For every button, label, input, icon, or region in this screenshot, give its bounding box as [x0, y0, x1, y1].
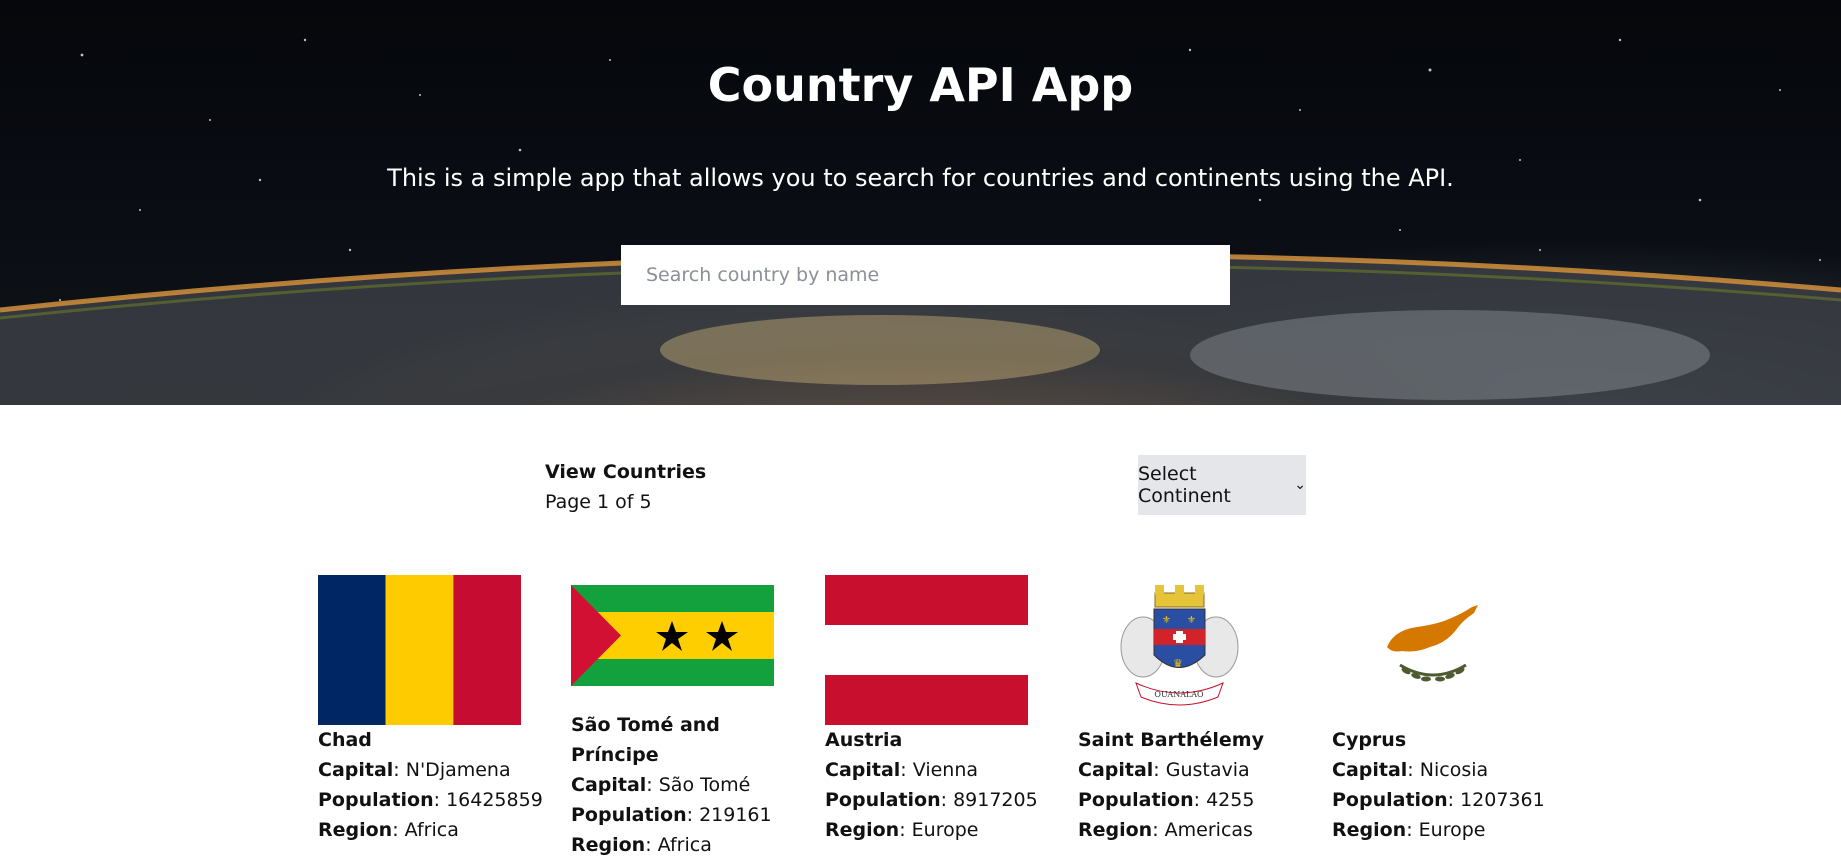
saint-barthelemy-flag: ⚜ ⚜ ♛ OUANALAO	[1078, 575, 1281, 725]
country-name: Chad	[318, 729, 372, 751]
country-card[interactable]: Cyprus Capital: Nicosia Population: 1207…	[1332, 575, 1545, 845]
country-region: Region: Africa	[318, 819, 459, 841]
svg-text:⚜: ⚜	[1162, 615, 1171, 626]
country-capital: Capital: N'Djamena	[318, 759, 511, 781]
country-name: Cyprus	[1332, 729, 1407, 751]
country-card[interactable]: Chad Capital: N'Djamena Population: 1642…	[318, 575, 543, 845]
country-population: Population: 16425859	[318, 789, 543, 811]
country-population: Population: 219161	[571, 804, 772, 826]
country-region: Region: Europe	[1332, 819, 1486, 841]
country-name: Saint Barthélemy	[1078, 729, 1264, 751]
sao-tome-flag	[571, 560, 774, 710]
country-capital: Capital: Nicosia	[1332, 759, 1489, 781]
svg-text:OUANALAO: OUANALAO	[1154, 690, 1204, 699]
country-population: Population: 4255	[1078, 789, 1255, 811]
country-grid: Chad Capital: N'Djamena Population: 1642…	[318, 575, 1545, 858]
country-region: Region: Americas	[1078, 819, 1253, 841]
country-region: Region: Africa	[571, 834, 712, 856]
country-name: Austria	[825, 729, 903, 751]
country-card[interactable]: ⚜ ⚜ ♛ OUANALAO Saint Barthélemy Capital: …	[1078, 575, 1283, 845]
toolbar: View Countries Page 1 of 5 Select Contin…	[545, 455, 1306, 515]
country-name: São Tomé and Príncipe	[571, 714, 720, 766]
country-card[interactable]: São Tomé and Príncipe Capital: São Tomé …	[571, 560, 776, 860]
search-input[interactable]	[621, 245, 1230, 305]
cyprus-flag	[1332, 575, 1535, 725]
app-title: Country API App	[707, 58, 1134, 112]
austria-flag	[825, 575, 1028, 725]
svg-text:⚜: ⚜	[1187, 615, 1196, 626]
country-capital: Capital: Gustavia	[1078, 759, 1250, 781]
continent-select[interactable]: Select Continent ⌄	[1138, 455, 1306, 515]
chad-flag	[318, 575, 521, 725]
country-population: Population: 8917205	[825, 789, 1038, 811]
page-indicator: Page 1 of 5	[545, 491, 652, 513]
view-countries-heading: View Countries	[545, 461, 707, 483]
country-capital: Capital: São Tomé	[571, 774, 751, 796]
chevron-down-icon: ⌄	[1294, 477, 1306, 493]
hero-banner: Country API App This is a simple app tha…	[0, 0, 1841, 405]
svg-text:♛: ♛	[1173, 657, 1183, 670]
country-card[interactable]: Austria Capital: Vienna Population: 8917…	[825, 575, 1038, 845]
country-capital: Capital: Vienna	[825, 759, 979, 781]
country-region: Region: Europe	[825, 819, 979, 841]
country-population: Population: 1207361	[1332, 789, 1545, 811]
app-description: This is a simple app that allows you to …	[387, 164, 1454, 192]
continent-select-label: Select Continent	[1138, 463, 1231, 507]
